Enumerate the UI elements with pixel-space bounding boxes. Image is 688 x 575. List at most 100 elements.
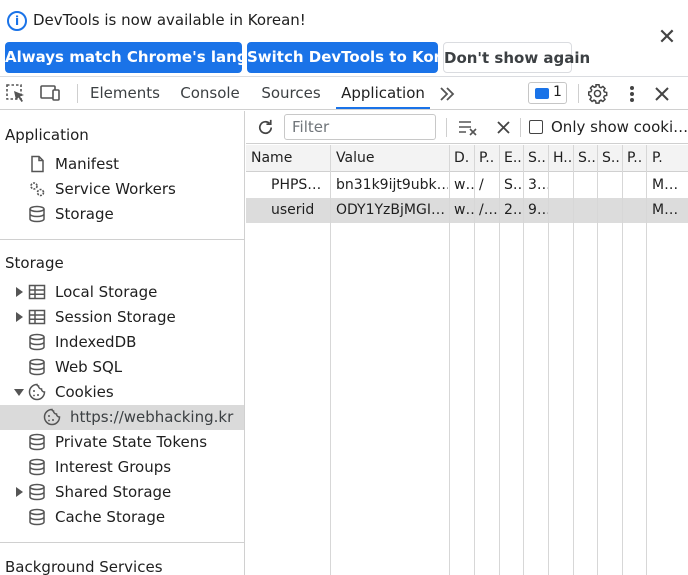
cookie-priority: M…: [652, 177, 679, 193]
sidebar-item-interest-groups[interactable]: Interest Groups: [0, 455, 244, 480]
column-header[interactable]: P.: [652, 150, 663, 166]
section-background-services: Background Services: [5, 558, 163, 575]
sidebar-item-session-storage[interactable]: Session Storage: [0, 305, 244, 330]
sidebar-item-local-storage[interactable]: Local Storage: [0, 280, 244, 305]
info-icon: i: [7, 11, 27, 31]
sidebar-item-label: IndexedDB: [55, 333, 137, 351]
always-match-language-button[interactable]: Always match Chrome's language: [5, 42, 289, 73]
filter-input[interactable]: [284, 114, 436, 140]
cookie-path: /: [479, 177, 484, 193]
sidebar-item-private-state-tokens[interactable]: Private State Tokens: [0, 430, 244, 455]
sidebar-item-label: Service Workers: [55, 180, 176, 198]
sidebar-item-label: Manifest: [55, 155, 120, 173]
column-divider[interactable]: [330, 145, 331, 575]
cookie-size: 3…: [528, 177, 548, 193]
settings-gear-icon[interactable]: [587, 83, 608, 104]
sidebar-item-label: Cookies: [55, 383, 114, 401]
tab-application[interactable]: Application: [336, 77, 430, 109]
cookie-domain: w…: [454, 202, 474, 218]
sidebar-item-cookie-origin[interactable]: https://webhacking.kr: [0, 405, 244, 430]
divider: [446, 118, 447, 137]
sidebar-item-service-workers[interactable]: Service Workers: [0, 177, 244, 202]
only-show-issues-checkbox[interactable]: [529, 120, 543, 134]
database-icon: [29, 358, 45, 376]
section-divider: [0, 542, 244, 543]
cookies-toolbar: Only show cooki…: [246, 111, 688, 144]
column-divider[interactable]: [523, 145, 524, 575]
column-header[interactable]: S..: [602, 150, 620, 166]
column-divider[interactable]: [597, 145, 598, 575]
sidebar-item-shared-storage[interactable]: Shared Storage: [0, 480, 244, 505]
expand-arrow-icon[interactable]: [16, 312, 23, 322]
sidebar-item-label: Session Storage: [55, 308, 176, 326]
column-divider[interactable]: [499, 145, 500, 575]
sidebar-item-cookies[interactable]: Cookies: [0, 380, 244, 405]
sidebar-item-label: Web SQL: [55, 358, 123, 376]
infobar-message: DevTools is now available in Korean!: [33, 11, 306, 29]
sidebar-item-indexeddb[interactable]: IndexedDB: [0, 330, 244, 355]
column-header[interactable]: P..: [479, 150, 494, 166]
sidebar-item-label: Storage: [55, 205, 114, 223]
cookies-panel: Only show cooki… Name Value D. P.. E.. S…: [246, 111, 688, 575]
cookies-table: Name Value D. P.. E.. S.. H.. S.. S.. P.…: [246, 145, 688, 575]
table-icon: [28, 309, 46, 325]
devtools-tabbar: Elements Console Sources Application: [0, 77, 688, 110]
column-divider[interactable]: [548, 145, 549, 575]
column-header[interactable]: P..: [627, 150, 642, 166]
close-icon[interactable]: ✕: [656, 27, 678, 49]
column-header[interactable]: E..: [504, 150, 522, 166]
tab-elements[interactable]: Elements: [88, 77, 162, 109]
column-divider[interactable]: [573, 145, 574, 575]
gears-icon: [30, 182, 45, 197]
cookie-value: ODY1YzBjMGI…: [336, 202, 445, 218]
column-header[interactable]: S..: [578, 150, 596, 166]
expand-arrow-icon[interactable]: [16, 287, 23, 297]
database-icon: [29, 483, 45, 501]
cookie-path: /…: [479, 202, 498, 218]
language-infobar: i DevTools is now available in Korean! ✕…: [0, 0, 688, 77]
column-header[interactable]: Name: [251, 150, 292, 166]
inspect-element-icon[interactable]: [5, 83, 27, 103]
close-devtools-icon[interactable]: [653, 85, 671, 103]
collapse-arrow-icon[interactable]: [14, 389, 24, 396]
column-divider[interactable]: [646, 145, 647, 575]
column-divider[interactable]: [622, 145, 623, 575]
database-icon: [29, 205, 45, 223]
delete-selected-icon[interactable]: [496, 120, 511, 135]
more-options-icon[interactable]: [624, 84, 640, 104]
sidebar-item-label: Cache Storage: [55, 508, 166, 526]
expand-arrow-icon[interactable]: [16, 487, 23, 497]
sidebar-item-web-sql[interactable]: Web SQL: [0, 355, 244, 380]
dont-show-again-button[interactable]: Don't show again: [443, 42, 590, 73]
console-messages-badge[interactable]: 1: [528, 82, 567, 104]
divider: [77, 84, 78, 103]
sidebar-item-label: Interest Groups: [55, 458, 172, 476]
database-icon: [29, 508, 45, 526]
tab-console[interactable]: Console: [175, 77, 245, 109]
cookie-value: bn31k9ijt9ubk…: [336, 177, 448, 193]
tab-sources[interactable]: Sources: [258, 77, 324, 109]
sidebar-item-cache-storage[interactable]: Cache Storage: [0, 505, 244, 530]
column-header[interactable]: Value: [336, 150, 374, 166]
section-divider: [0, 239, 244, 240]
column-header[interactable]: S..: [528, 150, 546, 166]
more-tabs-icon[interactable]: [438, 86, 456, 102]
cookie-icon: [28, 383, 46, 401]
column-header[interactable]: H..: [553, 150, 572, 166]
clear-filtered-cookies-icon[interactable]: [457, 119, 479, 136]
cookie-priority: M…: [652, 202, 679, 218]
switch-to-korean-button[interactable]: Switch DevTools to Korean: [247, 42, 472, 73]
database-icon: [29, 458, 45, 476]
sidebar-item-label: https://webhacking.kr: [70, 408, 234, 426]
column-divider[interactable]: [449, 145, 450, 575]
refresh-icon[interactable]: [256, 118, 275, 137]
sidebar-item-label: Local Storage: [55, 283, 158, 301]
column-divider[interactable]: [474, 145, 475, 575]
column-header[interactable]: D.: [454, 150, 469, 166]
cookie-name: userid: [271, 202, 315, 218]
sidebar-item-storage[interactable]: Storage: [0, 202, 244, 227]
sidebar-item-manifest[interactable]: Manifest: [0, 152, 244, 177]
message-count: 1: [553, 84, 562, 100]
device-toolbar-icon[interactable]: [39, 83, 61, 103]
cookie-expires: 2…: [504, 202, 524, 218]
